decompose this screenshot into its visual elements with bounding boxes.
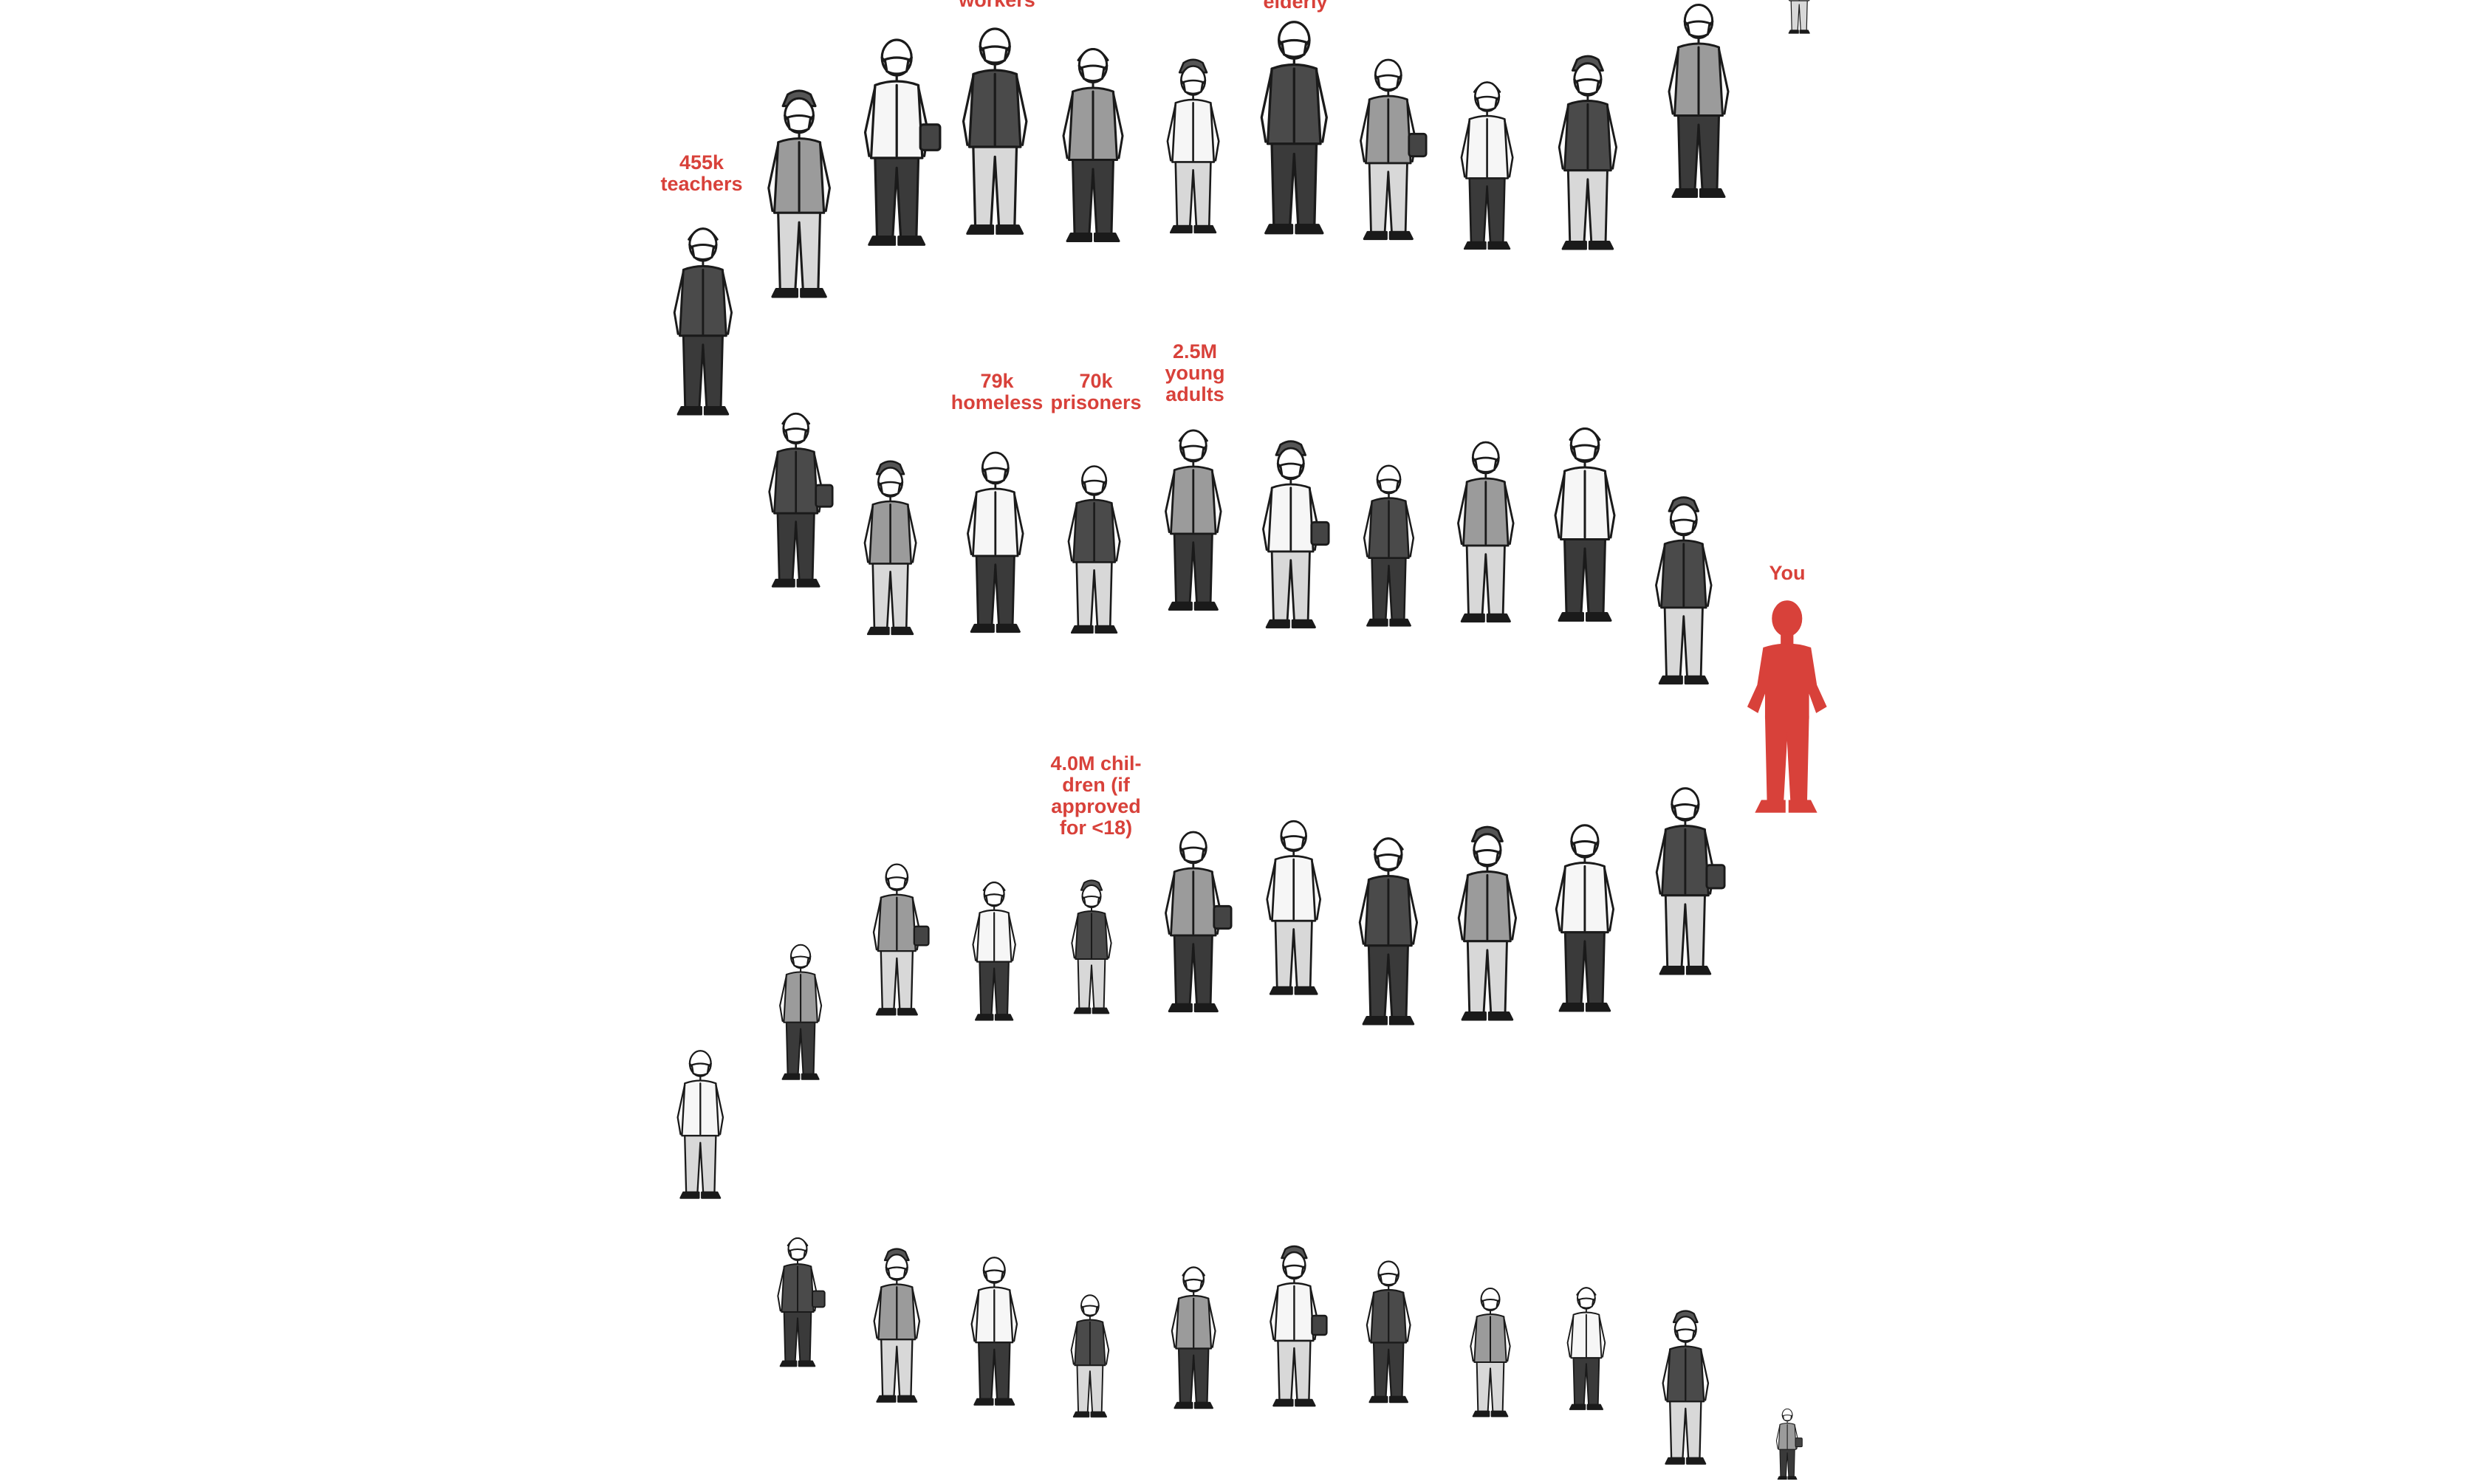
masked-person-icon <box>1260 21 1328 235</box>
label-children: 4.0M chil- dren (if approved for <18) <box>1050 752 1142 839</box>
masked-person-icon <box>1668 4 1730 198</box>
adult-figure <box>847 22 946 258</box>
masked-person-icon <box>1470 1288 1511 1418</box>
adult-figure <box>1150 415 1237 622</box>
adult-figure <box>1442 818 1532 1032</box>
masked-person-icon <box>1262 440 1330 629</box>
masked-person-icon <box>767 89 831 298</box>
masked-person-icon <box>967 451 1024 633</box>
masked-person-icon <box>864 460 917 636</box>
masked-person-icon <box>1554 427 1616 622</box>
child-figure <box>1061 1285 1120 1425</box>
child-figure <box>1557 1277 1616 1418</box>
masked-person-icon <box>1457 441 1515 623</box>
adult-figure <box>1652 0 1745 210</box>
masked-person-icon <box>1788 0 1810 34</box>
masked-person-icon <box>1070 1294 1110 1418</box>
masked-person-icon <box>1360 58 1428 241</box>
masked-person-icon <box>1457 825 1518 1021</box>
child-figure <box>959 1245 1030 1415</box>
adult-figure <box>1343 822 1433 1037</box>
masked-person-icon <box>972 882 1016 1021</box>
adult-figure <box>1640 489 1727 695</box>
adult-figure <box>945 11 1044 247</box>
adult-figure <box>1540 809 1630 1023</box>
masked-person-icon <box>1165 429 1222 611</box>
adult-figure <box>1046 32 1140 254</box>
masked-person-icon <box>1068 465 1121 634</box>
child-figure <box>860 851 933 1025</box>
masked-person-icon <box>676 1050 724 1199</box>
label-homeless: 79k homeless <box>950 370 1044 413</box>
child-figure <box>1354 1249 1422 1412</box>
child-figure <box>1159 1255 1227 1418</box>
adult-figure <box>1252 806 1335 1006</box>
masked-person-icon <box>863 38 942 246</box>
masked-person-icon <box>1555 824 1615 1012</box>
masked-person-icon <box>777 1237 826 1367</box>
masked-person-icon <box>1171 1266 1216 1409</box>
label-prisoners: 70k prisoners <box>1050 370 1142 413</box>
child-figure <box>1459 1277 1521 1425</box>
masked-person-icon <box>778 944 823 1080</box>
adult-figure <box>1153 52 1233 244</box>
child-figure <box>861 1242 933 1412</box>
adult-figure <box>1447 68 1527 260</box>
label-teachers: 455k teachers <box>660 151 743 195</box>
adult-figure <box>1345 44 1432 251</box>
adult-figure <box>1350 452 1428 636</box>
adult-figure <box>1442 427 1529 633</box>
masked-person-icon <box>1655 496 1713 685</box>
adult-figure <box>1054 452 1134 644</box>
masked-person-icon <box>1566 1287 1606 1410</box>
masked-person-icon <box>1358 837 1419 1026</box>
masked-person-icon <box>1558 55 1618 250</box>
child-figure <box>1257 1239 1332 1416</box>
masked-person-icon <box>1775 1408 1803 1480</box>
adult-figure <box>1247 433 1335 639</box>
adult-figure <box>1243 4 1346 247</box>
masked-person-icon <box>1269 1245 1328 1407</box>
adult-figure <box>754 399 837 598</box>
masked-person-icon <box>1655 787 1726 975</box>
adult-figure <box>1150 817 1237 1023</box>
adult-figure <box>751 81 847 310</box>
you-silhouette-icon <box>1738 589 1837 824</box>
label-workers: workers <box>959 0 1035 11</box>
child-figure <box>1650 1304 1721 1474</box>
adult-figure <box>1640 772 1730 986</box>
masked-person-icon <box>962 27 1028 235</box>
masked-person-icon <box>1461 81 1514 250</box>
child-figure <box>961 870 1027 1029</box>
masked-person-icon <box>768 412 834 588</box>
child-figure <box>1061 874 1123 1022</box>
adult-figure <box>658 213 748 427</box>
adult-figure <box>1781 0 1818 38</box>
adult-figure <box>1538 412 1631 633</box>
masked-person-icon <box>1662 1310 1709 1465</box>
child-figure <box>665 1038 736 1208</box>
child-figure <box>767 1227 829 1375</box>
masked-person-icon <box>1071 879 1112 1014</box>
label-you: You <box>1769 562 1806 584</box>
masked-person-icon <box>673 227 733 416</box>
child-figure <box>1770 1403 1804 1484</box>
child-figure <box>768 933 833 1088</box>
adult-figure <box>952 437 1039 644</box>
adult-figure <box>1543 47 1633 261</box>
masked-person-icon <box>1062 48 1124 242</box>
label-young-adults: 2.5M young adults <box>1165 340 1225 405</box>
masked-person-icon <box>1363 464 1414 627</box>
masked-person-icon <box>1165 831 1233 1013</box>
adult-figure <box>850 453 931 645</box>
vaccine-line-illustration: workers elderly 455k teachers 79k homele… <box>0 0 2477 1480</box>
masked-person-icon <box>1366 1260 1411 1404</box>
masked-person-icon <box>873 1248 920 1403</box>
masked-person-icon <box>1266 820 1322 995</box>
masked-person-icon <box>970 1257 1018 1406</box>
masked-person-icon <box>1167 58 1220 234</box>
masked-person-icon <box>872 863 930 1016</box>
